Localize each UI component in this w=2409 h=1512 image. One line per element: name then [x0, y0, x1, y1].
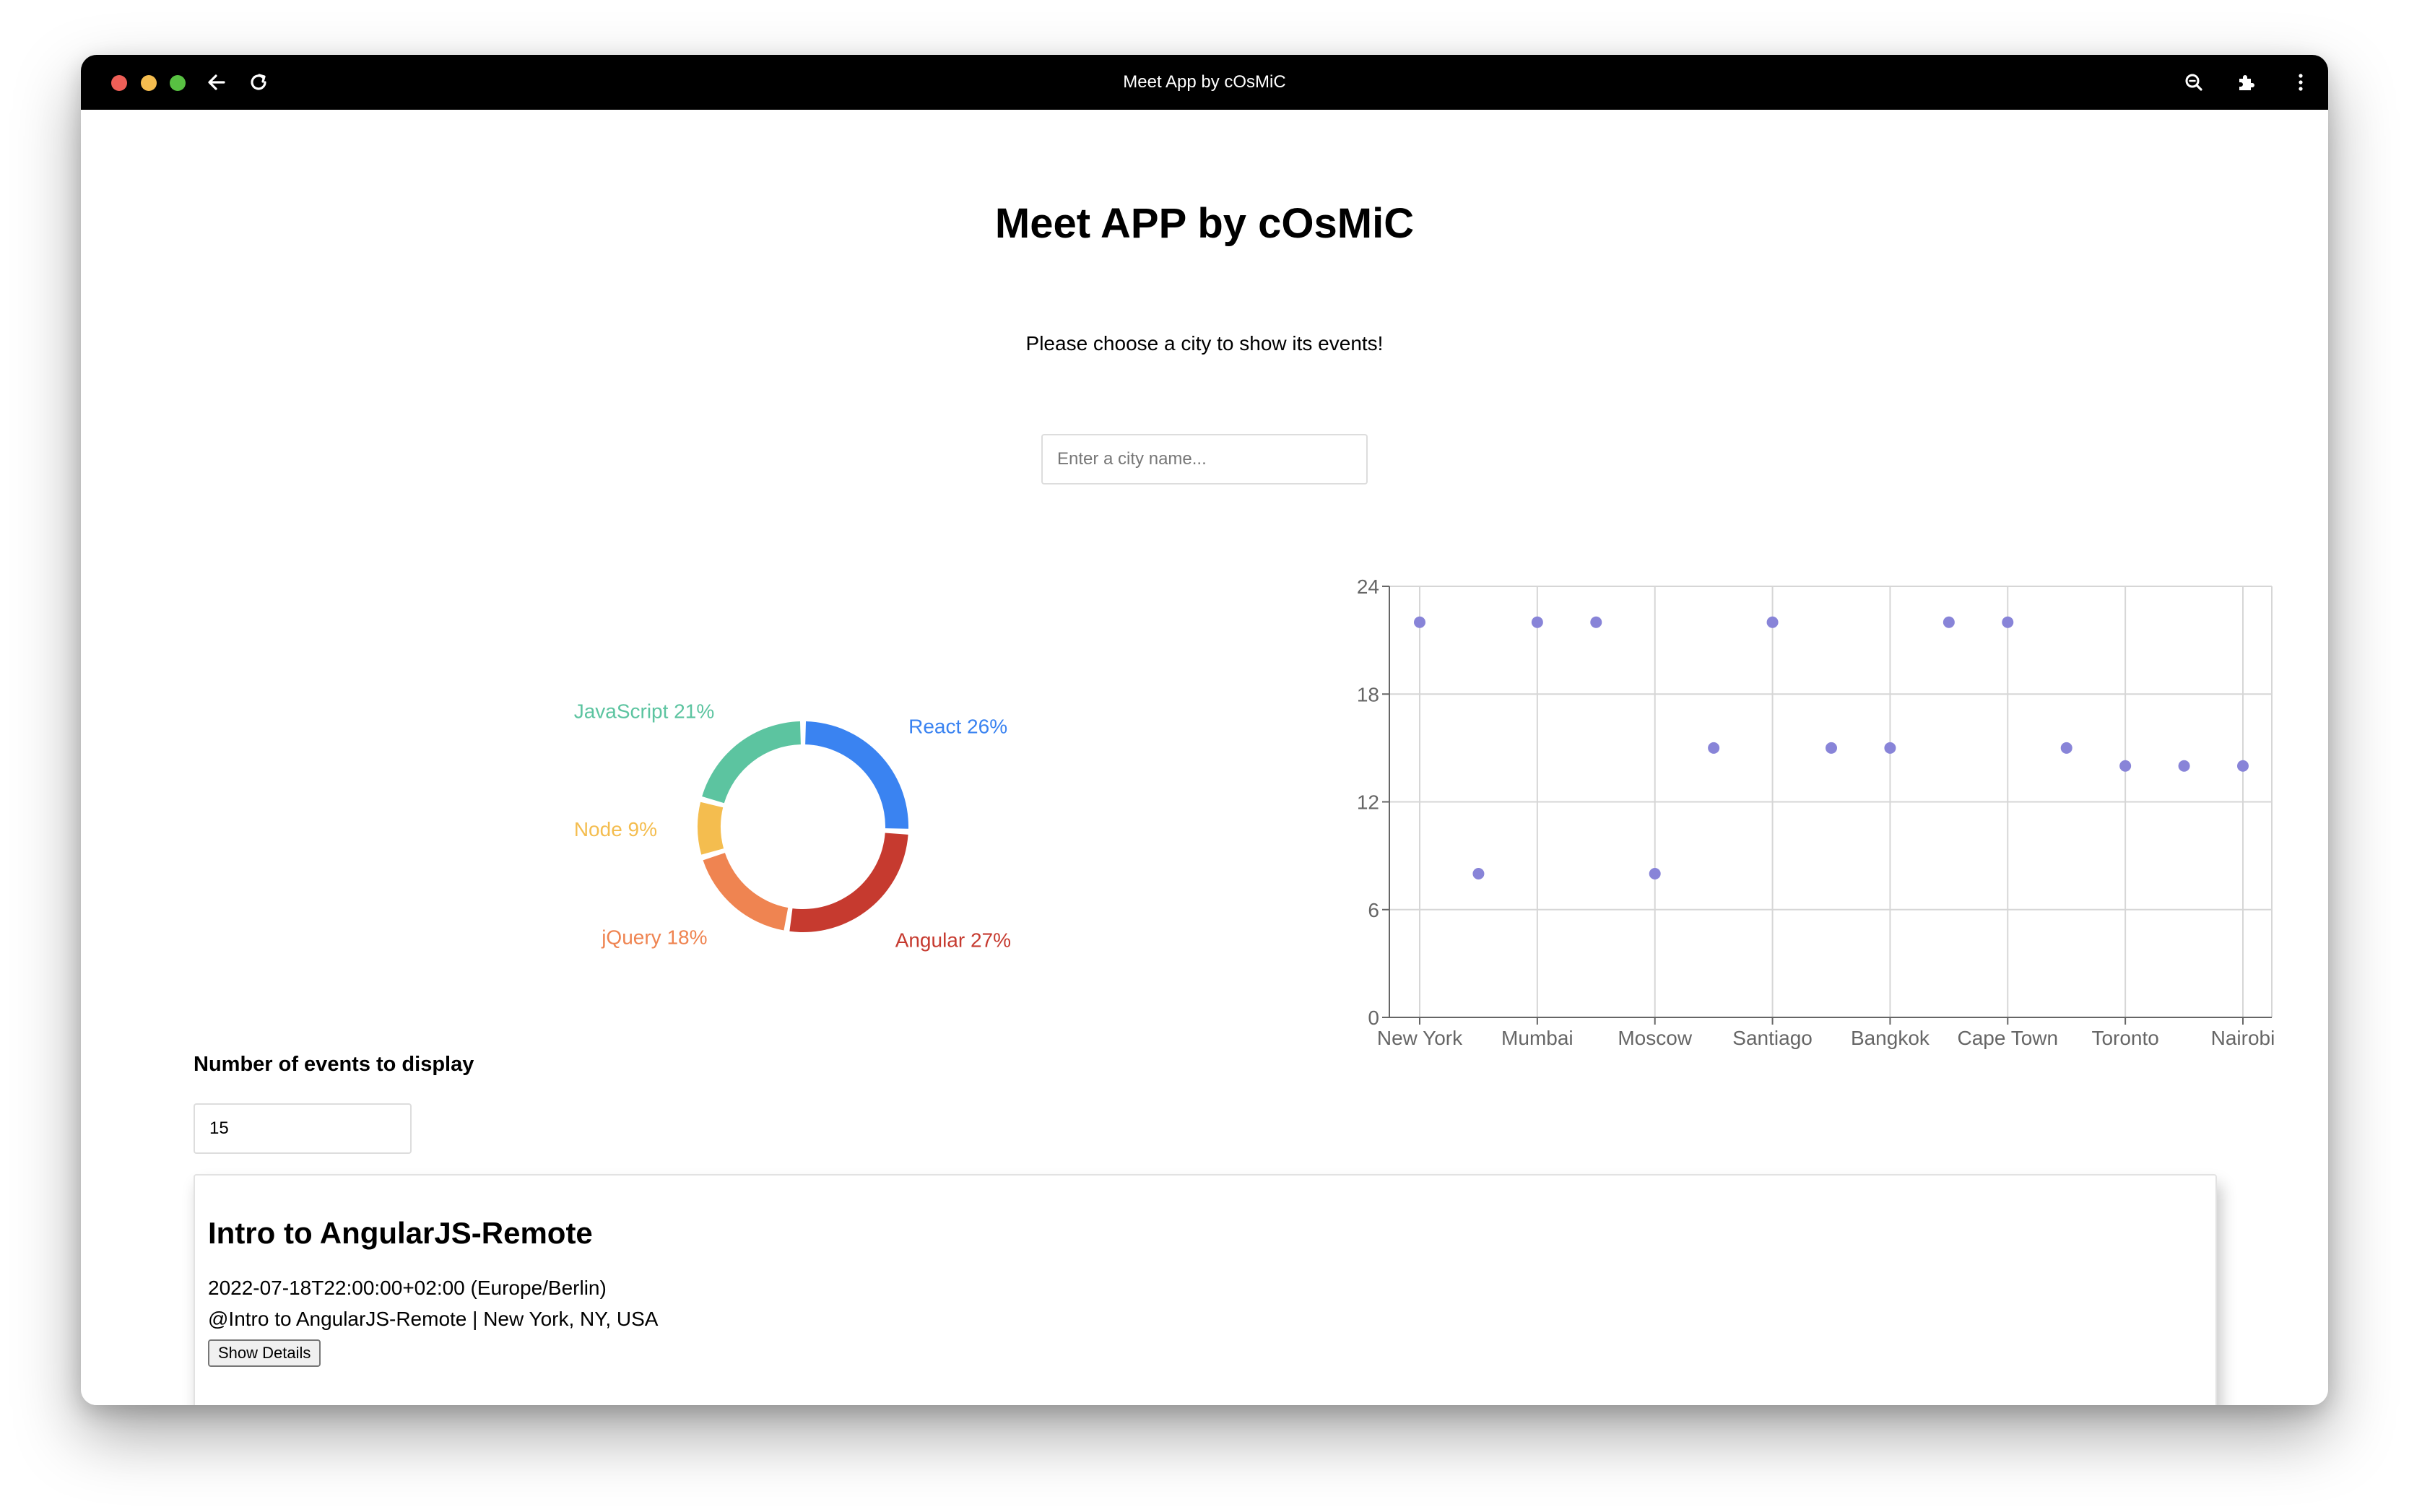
events-scatter-chart: 0 6 12 18 24 New York Mumbai Moscow Santiago Bang… — [1357, 575, 2275, 1049]
page-content: Meet APP by cOsMiC Please choose a city … — [81, 110, 2328, 1405]
x-tick-label: Nairobi — [2211, 1027, 2275, 1049]
x-tick-label: Santiago — [1732, 1027, 1813, 1049]
scatter-point[interactable] — [2060, 742, 2072, 754]
number-of-events-input[interactable] — [194, 1103, 412, 1154]
browser-window: Meet App by cOsMiC Meet APP by cOsMiC Pl… — [81, 55, 2328, 1405]
x-tick-label: New York — [1377, 1027, 1463, 1049]
y-tick-label: 18 — [1357, 683, 1379, 705]
page-title: Meet APP by cOsMiC — [994, 200, 1415, 247]
pie-label-4: JavaScript 21% — [574, 700, 715, 723]
pie-slice-4[interactable] — [702, 721, 801, 804]
extension-puzzle-icon[interactable] — [2233, 69, 2259, 95]
scatter-point[interactable] — [1826, 742, 1837, 754]
scatter-point[interactable] — [2002, 616, 2014, 628]
y-tick-label: 6 — [1368, 899, 1379, 921]
page-subtitle: Please choose a city to show its events! — [1025, 332, 1384, 355]
pie-slice-0[interactable] — [805, 721, 908, 829]
event-location: @Intro to AngularJS-Remote | New York, N… — [208, 1308, 659, 1330]
scatter-point[interactable] — [1943, 616, 1955, 628]
scatter-point[interactable] — [1766, 616, 1779, 628]
x-tick-label: Mumbai — [1501, 1027, 1574, 1049]
y-tick-label: 0 — [1368, 1007, 1379, 1029]
pie-label-2: jQuery 18% — [601, 926, 707, 948]
scatter-point[interactable] — [1649, 868, 1661, 879]
number-of-events-label: Number of events to display — [194, 1053, 474, 1076]
pie-label-1: Angular 27% — [895, 929, 1011, 952]
scatter-point[interactable] — [2178, 760, 2190, 772]
show-details-button[interactable]: Show Details — [208, 1339, 321, 1367]
more-vertical-icon[interactable] — [2288, 69, 2314, 95]
event-title: Intro to AngularJS-Remote — [208, 1216, 593, 1250]
zoom-icon[interactable] — [2181, 69, 2207, 95]
pie-slice-2[interactable] — [703, 853, 789, 931]
window-title: Meet App by cOsMiC — [1123, 72, 1286, 92]
pie-label-3: Node 9% — [574, 818, 657, 840]
scatter-point[interactable] — [1884, 742, 1896, 754]
x-tick-label: Moscow — [1618, 1027, 1692, 1049]
y-tick-label: 12 — [1357, 791, 1379, 814]
pie-slice-1[interactable] — [789, 833, 908, 932]
x-tick-label: Bangkok — [1851, 1027, 1930, 1049]
genre-donut-chart: React 26% Angular 27% jQuery 18% Node 9% Jav… — [574, 700, 1011, 952]
y-tick-label: 24 — [1357, 575, 1379, 598]
scatter-point[interactable] — [1414, 616, 1425, 628]
scatter-point[interactable] — [2237, 760, 2249, 772]
x-tick-label: Toronto — [2091, 1027, 2158, 1049]
title-bar: Meet App by cOsMiC — [81, 55, 2328, 110]
event-datetime: 2022-07-18T22:00:00+02:00 (Europe/Berlin… — [208, 1277, 607, 1299]
scatter-point[interactable] — [1531, 616, 1543, 628]
pie-label-0: React 26% — [908, 716, 1007, 738]
city-search-input[interactable] — [1041, 434, 1368, 485]
scatter-point[interactable] — [1472, 868, 1485, 879]
scatter-point[interactable] — [1708, 742, 1720, 754]
scatter-point[interactable] — [2119, 760, 2132, 772]
scatter-point[interactable] — [1590, 616, 1602, 628]
event-card: Intro to AngularJS-Remote 2022-07-18T22:… — [194, 1174, 2217, 1405]
pie-slice-3[interactable] — [698, 801, 724, 855]
x-tick-label: Cape Town — [1957, 1027, 2058, 1049]
